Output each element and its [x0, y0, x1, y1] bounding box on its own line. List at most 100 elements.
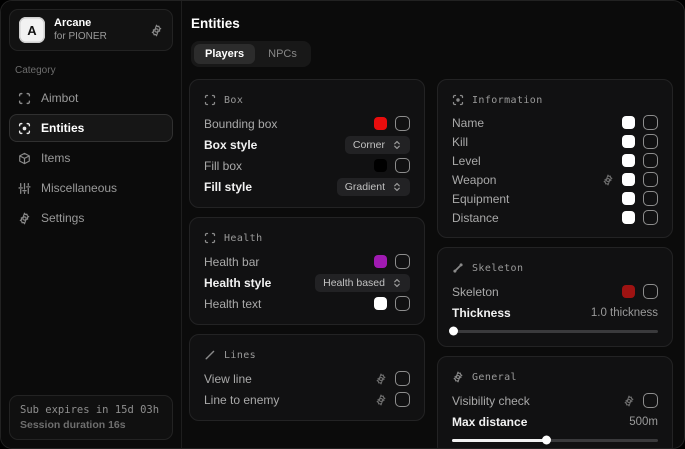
lines-card: Lines View line Line to enemy	[189, 334, 425, 421]
tab-npcs[interactable]: NPCs	[257, 44, 308, 64]
health-text-row: Health text	[204, 293, 410, 314]
name-checkbox[interactable]	[643, 115, 658, 130]
line-to-enemy-checkbox[interactable]	[395, 392, 410, 407]
app-logo: A	[19, 17, 45, 43]
view-line-settings-icon[interactable]	[375, 373, 387, 385]
fill-style-dropdown[interactable]: Gradient	[337, 178, 410, 196]
distance-checkbox[interactable]	[643, 210, 658, 225]
level-checkbox[interactable]	[643, 153, 658, 168]
health-bar-checkbox[interactable]	[395, 254, 410, 269]
category-label: Category	[15, 65, 167, 76]
sidebar-item-aimbot[interactable]: Aimbot	[9, 84, 173, 112]
row-label: Health style	[204, 276, 307, 290]
slider-fill	[452, 330, 454, 333]
level-color-swatch[interactable]	[622, 154, 635, 167]
sidebar-item-settings[interactable]: Settings	[9, 204, 173, 232]
row-label: Fill box	[204, 159, 366, 173]
row-label: Equipment	[452, 192, 614, 206]
bounding-box-checkbox[interactable]	[395, 116, 410, 131]
health-style-row: Health style Health based	[204, 272, 410, 293]
health-style-dropdown[interactable]: Health based	[315, 274, 410, 292]
scan-dot-icon	[452, 94, 464, 106]
slider-track	[452, 330, 658, 333]
fill-box-checkbox[interactable]	[395, 158, 410, 173]
bounding-box-color-swatch[interactable]	[374, 117, 387, 130]
line-to-enemy-row: Line to enemy	[204, 389, 410, 410]
row-label: Bounding box	[204, 117, 366, 131]
health-card-header: Health	[204, 228, 410, 248]
information-card: Information Name Kill Level	[437, 79, 673, 238]
thickness-value: 1.0 thickness	[591, 307, 658, 319]
brackets-icon	[204, 94, 216, 106]
app-name: Arcane	[54, 17, 141, 31]
app-window: A Arcane for PIONER Category Aimbot Enti…	[0, 0, 685, 449]
distance-color-swatch[interactable]	[622, 211, 635, 224]
unfold-icon	[392, 182, 402, 192]
general-card-header: General	[452, 367, 658, 387]
kill-checkbox[interactable]	[643, 134, 658, 149]
card-title: Lines	[224, 350, 256, 361]
dropdown-value: Gradient	[345, 181, 385, 193]
sidebar-item-items[interactable]: Items	[9, 144, 173, 172]
equipment-color-swatch[interactable]	[622, 192, 635, 205]
card-title: Information	[472, 95, 543, 106]
row-label: Max distance	[452, 415, 621, 429]
skeleton-checkbox[interactable]	[643, 284, 658, 299]
gear-icon	[452, 371, 464, 383]
kill-color-swatch[interactable]	[622, 135, 635, 148]
weapon-settings-icon[interactable]	[602, 174, 614, 186]
max-distance-slider-thumb[interactable]	[542, 436, 551, 445]
tab-players[interactable]: Players	[194, 44, 255, 64]
thickness-slider[interactable]	[452, 326, 658, 336]
app-brand: Arcane for PIONER	[54, 17, 141, 43]
lines-card-header: Lines	[204, 345, 410, 365]
weapon-row: Weapon	[452, 170, 658, 189]
equipment-checkbox[interactable]	[643, 191, 658, 206]
sidebar-item-label: Aimbot	[41, 91, 78, 105]
view-line-checkbox[interactable]	[395, 371, 410, 386]
health-card: Health Health bar Health style Health ba…	[189, 217, 425, 325]
row-label: Level	[452, 154, 614, 168]
bounding-box-row: Bounding box	[204, 113, 410, 134]
main-content: Entities Players NPCs Box Bounding box	[182, 1, 684, 448]
sliders-icon	[18, 182, 31, 195]
thickness-slider-thumb[interactable]	[449, 327, 458, 336]
skeleton-card: Skeleton Skeleton Thickness 1.0 thicknes…	[437, 247, 673, 347]
dropdown-value: Corner	[353, 139, 385, 151]
sidebar-item-entities[interactable]: Entities	[9, 114, 173, 142]
weapon-color-swatch[interactable]	[622, 173, 635, 186]
entity-type-tabs: Players NPCs	[191, 41, 311, 67]
row-label: Fill style	[204, 180, 329, 194]
account-settings-icon[interactable]	[150, 24, 163, 37]
line-to-enemy-settings-icon[interactable]	[375, 394, 387, 406]
max-distance-row: Max distance 500m	[452, 411, 658, 432]
box-card-header: Box	[204, 90, 410, 110]
information-card-header: Information	[452, 90, 658, 110]
general-card: General Visibility check Max distance 50…	[437, 356, 673, 448]
max-distance-slider[interactable]	[452, 435, 658, 445]
visibility-checkbox[interactable]	[643, 393, 658, 408]
box-style-dropdown[interactable]: Corner	[345, 136, 410, 154]
name-color-swatch[interactable]	[622, 116, 635, 129]
brackets-icon	[204, 232, 216, 244]
row-label: Health text	[204, 297, 366, 311]
equipment-row: Equipment	[452, 189, 658, 208]
page-title: Entities	[191, 16, 673, 31]
fill-box-color-swatch[interactable]	[374, 159, 387, 172]
max-distance-value: 500m	[629, 416, 658, 428]
row-label: Name	[452, 116, 614, 130]
visibility-settings-icon[interactable]	[623, 395, 635, 407]
view-line-row: View line	[204, 368, 410, 389]
bone-icon	[452, 262, 464, 274]
weapon-checkbox[interactable]	[643, 172, 658, 187]
health-bar-color-swatch[interactable]	[374, 255, 387, 268]
health-text-color-swatch[interactable]	[374, 297, 387, 310]
skeleton-card-header: Skeleton	[452, 258, 658, 278]
kill-row: Kill	[452, 132, 658, 151]
skeleton-color-swatch[interactable]	[622, 285, 635, 298]
health-text-checkbox[interactable]	[395, 296, 410, 311]
row-label: Line to enemy	[204, 393, 367, 407]
crosshair-frame-icon	[18, 92, 31, 105]
sidebar-item-miscellaneous[interactable]: Miscellaneous	[9, 174, 173, 202]
card-title: Health	[224, 233, 263, 244]
